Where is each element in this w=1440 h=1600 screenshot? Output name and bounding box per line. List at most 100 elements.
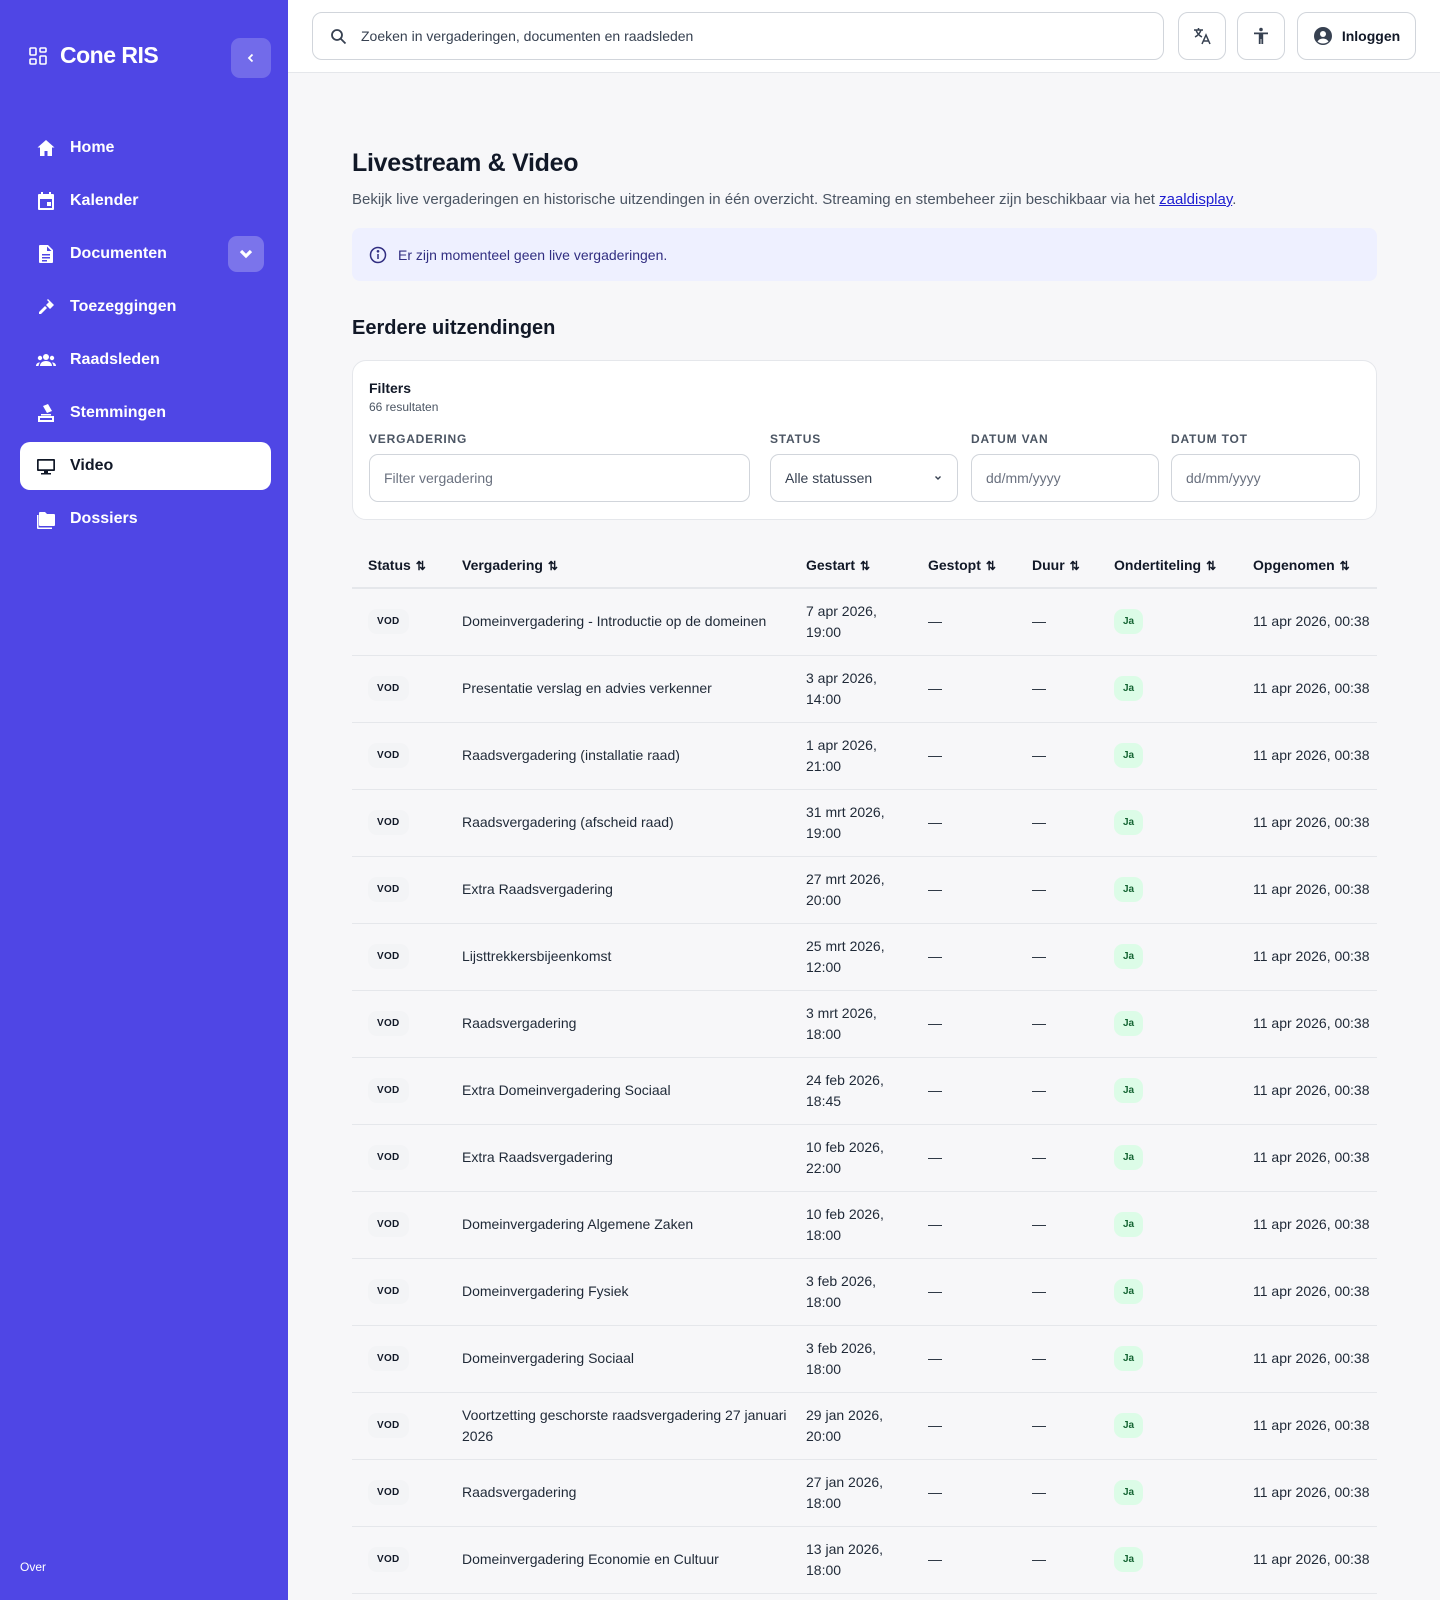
status-badge: VOD [368,944,409,969]
table-row[interactable]: VOD Extra Domeinvergadering Sociaal 24 feb… [352,1057,1377,1125]
table-row[interactable]: VOD Domeinvergadering Sociaal 3 feb 2026, … [352,1325,1377,1393]
date-to-placeholder: dd/mm/yyyy [1186,470,1261,486]
table-cell: Domeinvergadering - Introductie op de do… [446,588,790,656]
subtitles-badge: Ja [1114,1078,1144,1103]
login-button[interactable]: Inloggen [1297,12,1416,60]
duration: — [1032,680,1046,696]
broadcasts-table: Status ⇅ Vergadering ⇅ Gestart ⇅ Gestopt ⇅ D… [352,542,1377,1594]
table-row[interactable]: VOD Extra Raadsvergadering 27 mrt 2026, 20… [352,856,1377,924]
table-cell: 13 jan 2026, 18:00 [790,1526,912,1594]
table-cell: 25 mrt 2026, 12:00 [790,923,912,991]
brand[interactable]: Cone RIS [28,42,159,69]
about-link[interactable]: Over [20,1560,46,1574]
table-row[interactable]: VOD Lijsttrekkersbijeenkomst 25 mrt 2026, … [352,923,1377,991]
status-select[interactable]: Alle statussen [770,454,958,502]
table-cell: 3 mrt 2026, 18:00 [790,990,912,1058]
meeting-name: Domeinvergadering - Introductie op de do… [462,613,767,630]
column-header-ondertiteling[interactable]: Ondertiteling ⇅ [1098,542,1237,589]
column-header-duur[interactable]: Duur ⇅ [1016,542,1098,589]
column-header-status[interactable]: Status ⇅ [352,542,446,589]
date-from-filter: DATUM VAN dd/mm/yyyy [971,432,1159,502]
search-input[interactable]: Zoeken in vergaderingen, documenten en r… [312,12,1164,60]
table-row[interactable]: VOD Domeinvergadering Fysiek 3 feb 2026, 1… [352,1258,1377,1326]
sidebar-nav: Home Kalender Documenten Toezeggingen Ra… [20,124,271,548]
sidebar-item-kalender[interactable]: Kalender [20,177,271,225]
dashboard-icon [29,46,47,65]
stopped-at: — [928,680,942,696]
duration: — [1032,1551,1046,1567]
table-cell: Raadsvergadering (afscheid raad) [446,789,790,857]
table-row[interactable]: VOD Raadsvergadering 27 jan 2026, 18:00 — — J… [352,1459,1377,1527]
sidebar-item-toezeggingen[interactable]: Toezeggingen [20,283,271,331]
stopped-at: — [928,881,942,897]
chevron-left-icon [247,53,254,63]
started-at: 27 mrt 2026, 20:00 [806,870,885,908]
table-row[interactable]: VOD Extra Raadsvergadering 10 feb 2026, 22… [352,1124,1377,1192]
duration: — [1032,1082,1046,1098]
sidebar-item-home[interactable]: Home [20,124,271,172]
sidebar-item-video[interactable]: Video [20,442,271,490]
table-row[interactable]: VOD Domeinvergadering - Introductie op de… [352,588,1377,656]
started-at: 27 jan 2026, 18:00 [806,1473,884,1511]
subtitles-badge: Ja [1114,1011,1144,1036]
document-icon [39,245,53,263]
table-row[interactable]: VOD Raadsvergadering (afscheid raad) 31 mr… [352,789,1377,857]
table-row[interactable]: VOD Raadsvergadering (installatie raad) 1 … [352,722,1377,790]
table-row[interactable]: VOD Voortzetting geschorste raadsvergader… [352,1392,1377,1460]
stopped-at: — [928,747,942,763]
table-cell: — [912,1325,1016,1393]
table-cell: — [1016,1459,1098,1527]
date-from-input[interactable]: dd/mm/yyyy [971,454,1159,502]
meeting-filter-input[interactable]: Filter vergadering [369,454,750,502]
table-row[interactable]: VOD Domeinvergadering Economie en Cultuur… [352,1526,1377,1594]
subtitles-badge: Ja [1114,1480,1144,1505]
table-cell: 11 apr 2026, 00:38 [1237,789,1377,857]
zaaldisplay-link[interactable]: zaaldisplay [1159,191,1232,208]
expand-documenten-button[interactable] [228,236,264,272]
accessibility-button[interactable] [1237,12,1285,60]
translate-button[interactable] [1178,12,1226,60]
chevron-down-icon [935,476,941,480]
table-cell: 11 apr 2026, 00:38 [1237,588,1377,656]
column-label: Opgenomen [1253,556,1335,573]
info-text: Er zijn momenteel geen live vergaderinge… [398,246,668,263]
collapse-sidebar-button[interactable] [231,38,271,78]
table-row[interactable]: VOD Domeinvergadering Algemene Zaken 10 fe… [352,1191,1377,1259]
column-header-opgenomen[interactable]: Opgenomen ⇅ [1237,542,1377,589]
table-cell: 11 apr 2026, 00:38 [1237,1258,1377,1326]
duration: — [1032,881,1046,897]
handshake-icon [39,299,54,314]
table-cell: 11 apr 2026, 00:38 [1237,722,1377,790]
filters-panel: Filters 66 resultaten VERGADERING Filter… [352,360,1377,520]
table-cell: Ja [1098,1392,1237,1460]
column-label: Gestart [806,556,856,573]
table-cell: Ja [1098,1191,1237,1259]
table-cell: — [1016,1057,1098,1125]
column-header-gestart[interactable]: Gestart ⇅ [790,542,912,589]
sidebar-item-dossiers[interactable]: Dossiers [20,495,271,543]
stopped-at: — [928,1216,942,1232]
table-row[interactable]: VOD Presentatie verslag en advies verkenn… [352,655,1377,723]
subtitles-badge: Ja [1114,1413,1144,1438]
table-cell: Raadsvergadering [446,1459,790,1527]
date-to-input[interactable]: dd/mm/yyyy [1171,454,1360,502]
subtitles-badge: Ja [1114,609,1144,635]
recorded-at: 11 apr 2026, 00:38 [1253,1082,1370,1098]
column-header-vergadering[interactable]: Vergadering ⇅ [446,542,790,589]
stopped-at: — [928,1350,942,1366]
table-cell: VOD [352,1392,446,1460]
started-at: 1 apr 2026, 21:00 [806,736,877,774]
page-title: Livestream & Video [352,149,579,177]
subtitles-badge: Ja [1114,743,1144,768]
sidebar-item-stemmingen[interactable]: Stemmingen [20,389,271,437]
table-cell: Ja [1098,923,1237,991]
table-cell: — [1016,856,1098,924]
column-header-gestopt[interactable]: Gestopt ⇅ [912,542,1016,589]
table-row[interactable]: VOD Raadsvergadering 3 mrt 2026, 18:00 — — Ja… [352,990,1377,1058]
sidebar-item-raadsleden[interactable]: Raadsleden [20,336,271,384]
search-icon [331,28,347,44]
subtitles-badge: Ja [1114,1145,1144,1170]
app-name: Cone RIS [60,42,159,68]
sidebar-item-documenten[interactable]: Documenten [20,230,271,278]
status-badge: VOD [368,1346,409,1371]
